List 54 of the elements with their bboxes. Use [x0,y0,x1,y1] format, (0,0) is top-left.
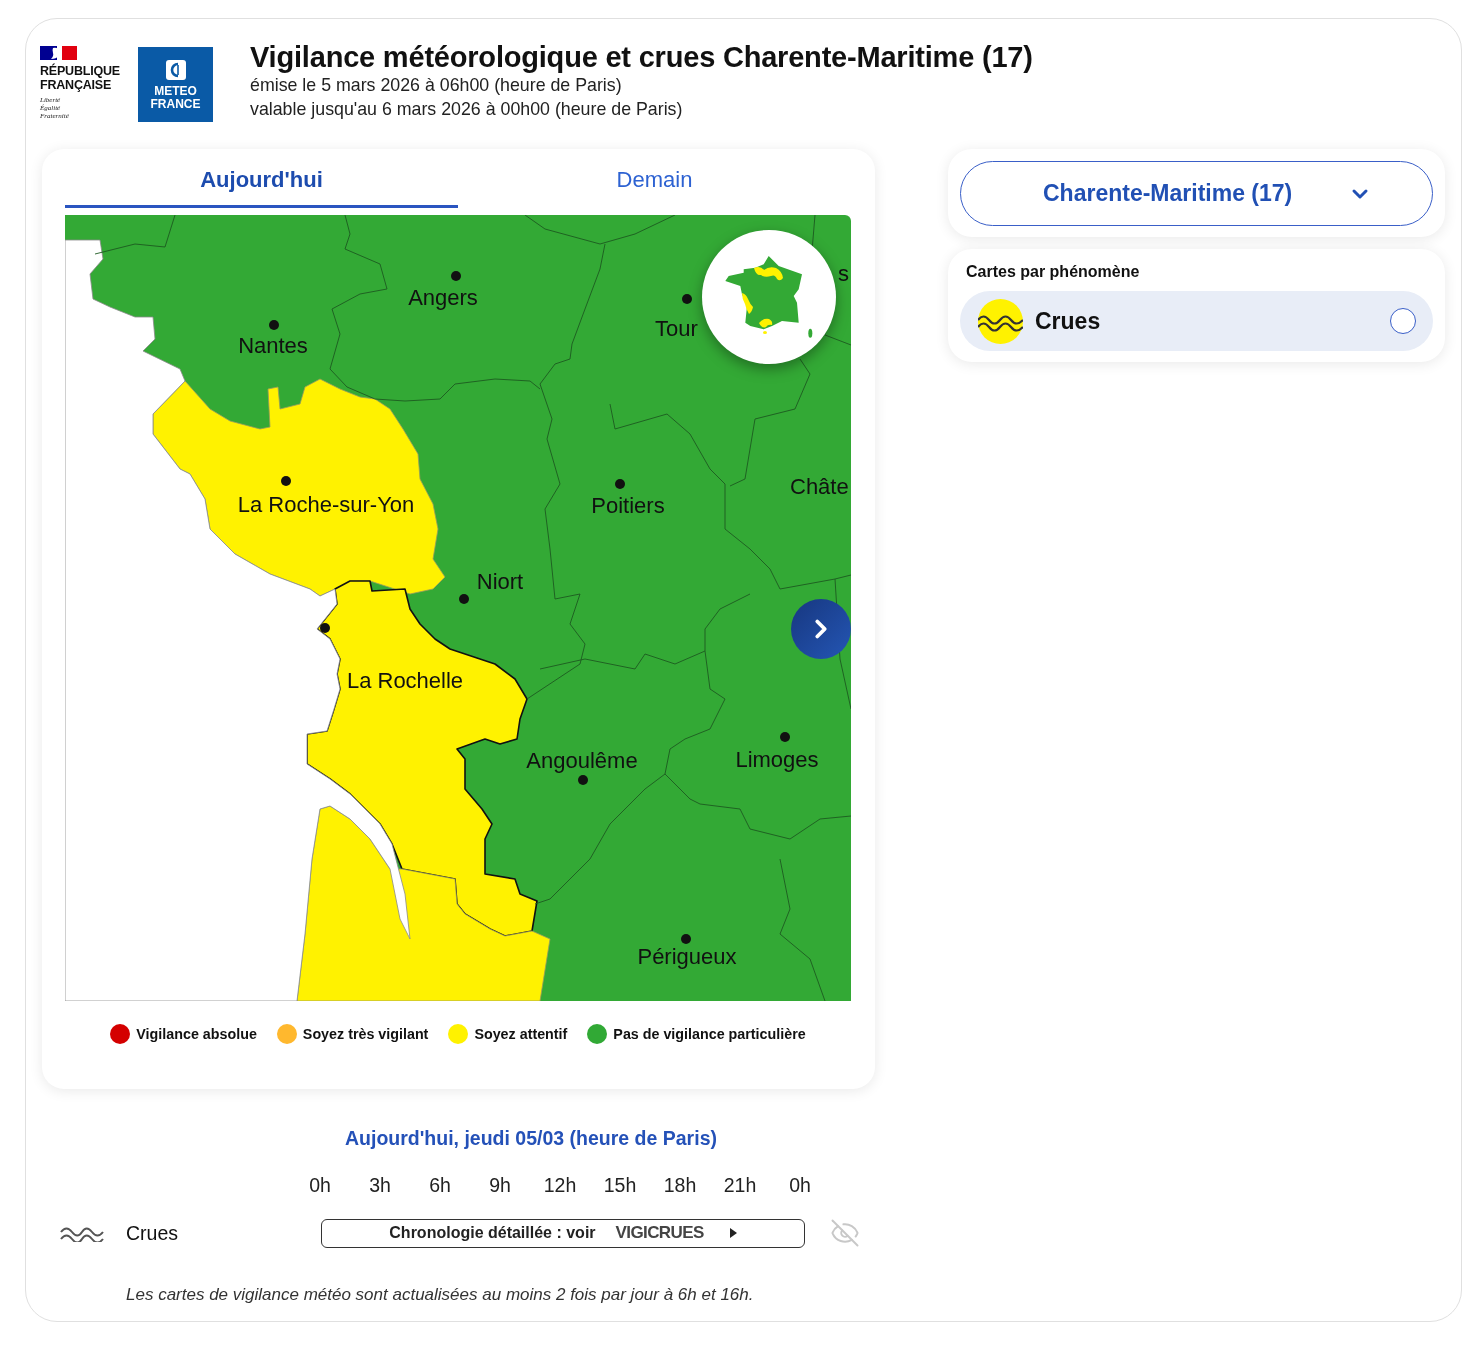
city-label: Angers [408,286,478,310]
hour-label: 0h [788,1173,812,1197]
play-icon [729,1228,737,1238]
city-marker-icon [281,476,291,486]
city-marker-icon [578,775,588,785]
phenomenon-option[interactable]: Crues [960,291,1433,351]
city-marker-icon [320,623,330,633]
city-label: Angoulême [526,749,638,773]
phenomena-title: Cartes par phénomène [966,262,1141,282]
hour-label: 0h [308,1173,332,1197]
day-tab[interactable]: Aujourd'hui [65,159,458,208]
update-note: Les cartes de vigilance météo sont actualisées au moins 2 fois par jour à 6h et 16h. [125,1284,755,1306]
city-marker-icon [459,594,469,604]
france-map-icon [724,255,814,339]
page-title: Vigilance météorologique et crues Charente-Maritime (17) [250,41,1033,73]
city-label: La Rochelle [346,669,464,693]
city-label: Niort [476,570,524,594]
legend-label: Vigilance absolue [136,1025,257,1044]
valid-until-date: valable jusqu'au 6 mars 2026 à 00h00 (heure de Paris) [250,98,684,121]
hour-label: 18h [662,1173,698,1197]
department-select[interactable]: Charente-Maritime (17) [960,161,1433,226]
hour-label: 3h [368,1173,392,1197]
city-label: Châte [790,475,849,499]
emblem-icon [165,60,186,80]
phenomenon-label: Crues [126,1221,179,1245]
hour-label: 6h [428,1173,452,1197]
hour-label: 15h [602,1173,638,1197]
city-marker-icon [269,320,279,330]
city-label: Périgueux [637,945,737,969]
city-marker-icon [681,934,691,944]
city-label: Nantes [238,334,308,358]
city-label: La Roche-sur-Yon [237,493,415,517]
hour-label: 12h [542,1173,578,1197]
agency-name: METEO FRANCE [149,85,202,111]
legend-label: Pas de vigilance particulière [613,1025,806,1044]
city-label: s [838,262,849,286]
city-label: Poitiers [591,494,665,518]
city-marker-icon [682,294,692,304]
radio-button[interactable] [1390,308,1416,334]
city-label: Limoges [735,748,819,772]
tricolor-flag-icon [40,46,77,60]
republic-name: RÉPUBLIQUE FRANÇAISE [40,64,121,92]
legend-label: Soyez très vigilant [302,1025,429,1044]
city-marker-icon [615,479,625,489]
chronology-button[interactable]: Chronologie détaillée : voir VIGICRUES [321,1218,805,1248]
hour-label: 9h [488,1173,512,1197]
timeline-date: Aujourd'hui, jeudi 05/03 (heure de Paris) [344,1126,718,1150]
city-label: Tour [655,317,698,341]
city-marker-icon [451,271,461,281]
hour-label: 21h [722,1173,758,1197]
legend-label: Soyez attentif [474,1025,568,1044]
day-tab[interactable]: Demain [458,159,851,208]
city-marker-icon [780,732,790,742]
issued-date: émise le 5 mars 2026 à 06h00 (heure de Paris) [250,74,623,97]
